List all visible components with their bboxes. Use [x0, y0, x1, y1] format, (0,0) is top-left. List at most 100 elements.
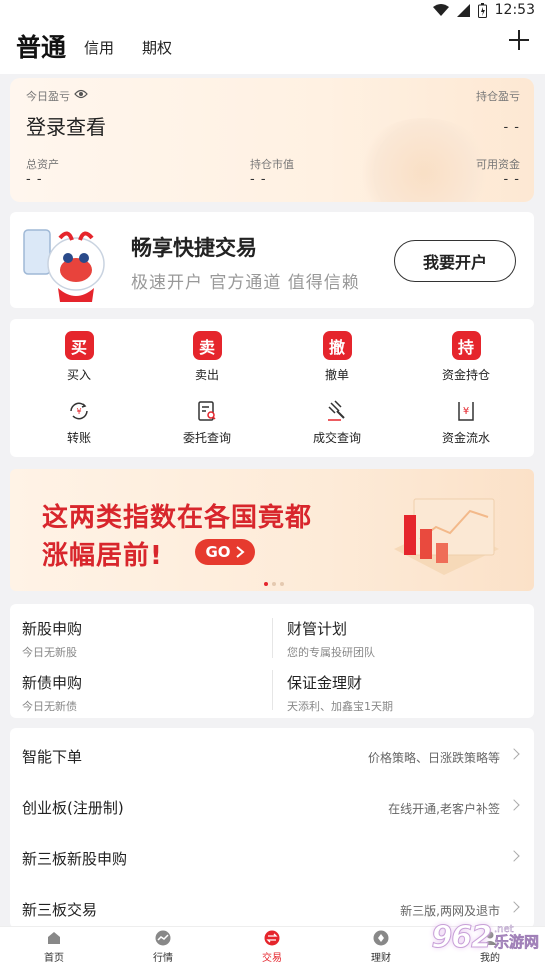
svg-text:¥: ¥: [76, 407, 81, 416]
cancel-order-button[interactable]: 撤 撤单: [287, 331, 387, 383]
banner-headline-line2: 涨幅居前!: [42, 541, 163, 571]
row-title: 新三板新股申购: [22, 850, 128, 868]
divider: [272, 670, 273, 710]
battery-icon: [477, 2, 487, 18]
nav-market[interactable]: 行情: [128, 930, 198, 964]
home-icon: [48, 932, 60, 944]
nav-trade[interactable]: 交易: [237, 930, 307, 964]
status-icons: 12:53: [432, 2, 535, 18]
service-title: 新股申购: [22, 620, 83, 638]
wealth-icon: [373, 930, 389, 946]
today-pl-label: 今日盈亏: [26, 90, 70, 103]
watermark-number: 962: [431, 920, 493, 956]
asset-card-decoration: [354, 118, 494, 202]
banner-chart-illustration: [394, 498, 499, 575]
svg-text:¥: ¥: [463, 406, 469, 417]
buy-icon: 买: [64, 331, 94, 360]
list-item-neeq-ipo[interactable]: 新三板新股申购: [10, 832, 534, 882]
list-item-chinext[interactable]: 创业板(注册制) 在线开通,老客户补签: [10, 781, 534, 831]
go-label: GO: [205, 543, 231, 561]
promo-title: 畅享快捷交易: [131, 236, 257, 260]
tab-credit[interactable]: 信用: [84, 37, 114, 58]
login-to-view[interactable]: 登录查看: [26, 111, 106, 140]
open-account-button[interactable]: 我要开户: [394, 240, 516, 282]
chevron-right-icon: [235, 546, 245, 558]
add-icon[interactable]: [509, 30, 529, 50]
market-value-label: 持仓市值: [250, 158, 294, 171]
transfer-label: 转账: [66, 431, 91, 445]
chevron-right-icon: [508, 799, 520, 811]
fund-flow-icon: ¥: [458, 402, 474, 421]
market-value-value: - -: [250, 172, 267, 187]
banner-go-button[interactable]: GO: [195, 539, 255, 565]
promo-banner[interactable]: 这两类指数在各国竟都 涨幅居前! GO: [10, 469, 534, 591]
deal-query-button[interactable]: 成交查询: [287, 397, 387, 446]
transfer-button[interactable]: ¥ 转账: [29, 397, 129, 446]
sell-label: 卖出: [194, 368, 219, 382]
sell-icon: 卖: [192, 331, 222, 360]
total-assets-label: 总资产: [26, 158, 59, 171]
nav-home[interactable]: 首页: [19, 930, 89, 964]
holding-pl-value: - -: [503, 120, 520, 135]
available-funds-value: - -: [503, 172, 520, 187]
nav-wealth[interactable]: 理财: [346, 930, 416, 964]
deal-query-label: 成交查询: [312, 431, 361, 445]
sell-button[interactable]: 卖 卖出: [157, 331, 257, 383]
order-query-icon: [198, 401, 216, 421]
chevron-right-icon: [508, 748, 520, 760]
eye-icon[interactable]: [74, 89, 88, 99]
wealth-plan-item[interactable]: 财管计划 您的专属投研团队: [287, 618, 537, 660]
open-account-promo[interactable]: 畅享快捷交易 极速开户 官方通道 值得信赖 我要开户: [10, 212, 534, 308]
row-hint: 价格策略、日涨跌策略等: [367, 751, 500, 765]
carousel-indicator: [264, 582, 284, 586]
service-desc: 今日无新股: [22, 646, 77, 659]
buy-button[interactable]: 买 买入: [29, 331, 129, 383]
holding-pl-label: 持仓盈亏: [476, 90, 520, 103]
available-funds-label: 可用资金: [476, 158, 520, 171]
bond-subscription-item[interactable]: 新债申购 今日无新债: [22, 672, 272, 714]
services-grid: 新股申购 今日无新股 财管计划 您的专属投研团队 新债申购 今日无新债 保证金理…: [10, 604, 534, 718]
banner-headline-line1: 这两类指数在各国竟都: [42, 503, 313, 533]
nav-label: 行情: [153, 953, 173, 964]
market-icon: [155, 930, 171, 946]
trade-icon: [264, 930, 280, 946]
nav-label: 交易: [262, 953, 282, 964]
margin-finance-item[interactable]: 保证金理财 天添利、加鑫宝1天期: [287, 672, 537, 714]
carousel-dot: [280, 582, 284, 586]
carousel-dot: [264, 582, 268, 586]
fund-flow-button[interactable]: ¥ 资金流水: [416, 397, 516, 446]
service-title: 保证金理财: [287, 674, 363, 692]
nav-label: 首页: [44, 953, 64, 964]
watermark-site: 乐游网: [493, 933, 540, 951]
clock: 12:53: [494, 2, 535, 18]
asset-summary-card[interactable]: 今日盈亏 持仓盈亏 登录查看 - - 总资产 持仓市值 可用资金 - - - -…: [10, 78, 534, 202]
positions-icon: 持: [451, 331, 481, 360]
transfer-icon: ¥: [70, 402, 88, 420]
cancel-order-label: 撤单: [324, 368, 349, 382]
chevron-right-icon: [508, 850, 520, 862]
cancel-order-icon: 撤: [322, 331, 352, 360]
trade-function-grid: 买 买入 卖 卖出 撤 撤单 持 资金持仓 ¥ 转账 委托查询 成交查询 ¥ 资…: [10, 319, 534, 457]
row-title: 新三板交易: [22, 901, 98, 919]
service-desc: 天添利、加鑫宝1天期: [287, 700, 393, 713]
ipo-subscription-item[interactable]: 新股申购 今日无新股: [22, 618, 272, 660]
service-desc: 您的专属投研团队: [287, 646, 375, 659]
signal-icon: [456, 3, 470, 17]
tab-options[interactable]: 期权: [142, 37, 172, 58]
order-query-label: 委托查询: [182, 431, 231, 445]
account-type-tabs: 普通 信用 期权: [0, 24, 545, 74]
row-title: 创业板(注册制): [22, 799, 124, 817]
positions-label: 资金持仓: [441, 368, 490, 382]
promo-subtitle: 极速开户 官方通道 值得信赖: [131, 273, 360, 293]
buy-label: 买入: [66, 368, 91, 382]
nav-label: 理财: [371, 953, 391, 964]
row-hint: 在线开通,老客户补签: [388, 802, 500, 816]
tab-normal[interactable]: 普通: [16, 28, 66, 64]
total-assets-value: - -: [26, 172, 43, 187]
site-watermark: 962 .net 乐游网: [431, 920, 540, 956]
list-item-smart-order[interactable]: 智能下单 价格策略、日涨跌策略等: [10, 730, 534, 780]
positions-button[interactable]: 持 资金持仓: [416, 331, 516, 383]
wifi-icon: [432, 3, 449, 16]
order-query-button[interactable]: 委托查询: [157, 397, 257, 446]
divider: [272, 618, 273, 658]
